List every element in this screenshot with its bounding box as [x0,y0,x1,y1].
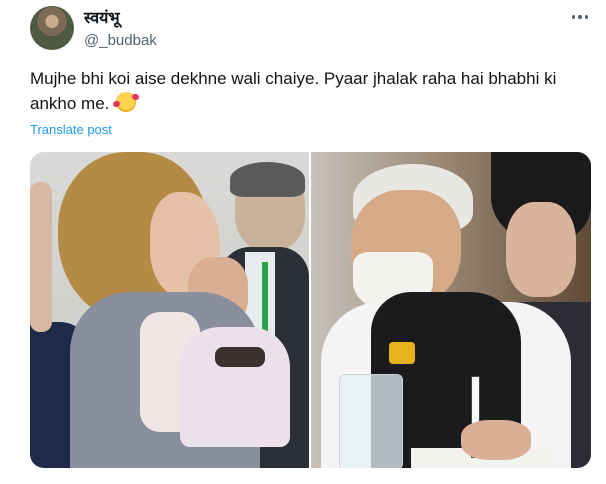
photo-left[interactable] [30,152,309,468]
tweet-post: स्वयंभू @_budbak Mujhe bhi koi aise dekh… [0,0,606,484]
more-options-button[interactable] [566,6,594,28]
display-name[interactable]: स्वयंभू [84,8,157,28]
tweet-text: Mujhe bhi koi aise dekhne wali chaiye. P… [30,66,590,116]
tweet-body: Mujhe bhi koi aise dekhne wali chaiye. P… [30,69,557,113]
author-block: स्वयंभू @_budbak [84,8,157,51]
user-handle[interactable]: @_budbak [84,31,157,51]
smiling-face-with-hearts-icon [116,92,137,112]
more-dots-icon [571,15,589,19]
translate-post-link[interactable]: Translate post [30,122,112,137]
avatar[interactable] [30,6,74,50]
photo-right[interactable] [311,152,591,468]
media-grid [30,152,591,468]
